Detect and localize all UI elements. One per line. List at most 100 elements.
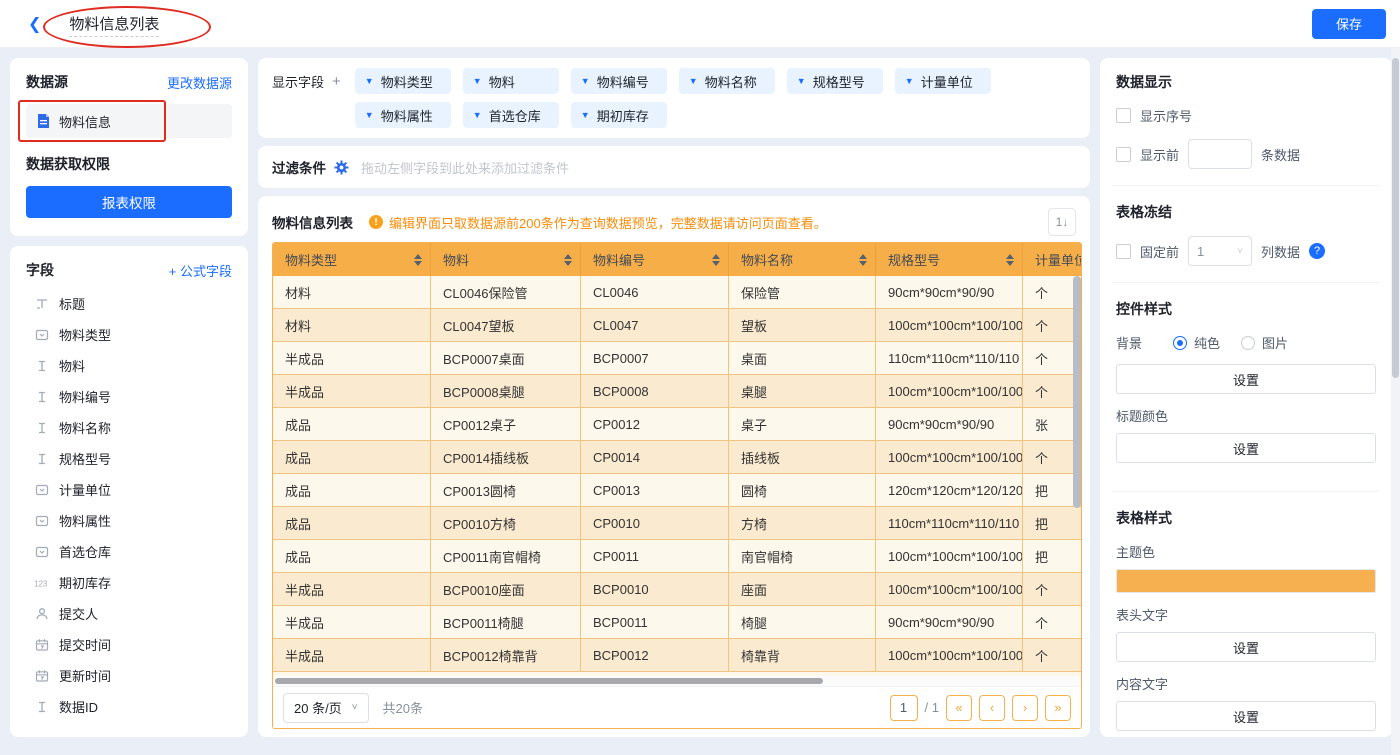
table-row[interactable]: 成品 CP0012桌子 CP0012 桌子 90cm*90cm*90/90 张: [273, 408, 1081, 441]
chevron-down-icon: ˅: [1237, 245, 1244, 257]
image-label: 图片: [1262, 336, 1289, 351]
change-datasource-link[interactable]: 更改数据源: [167, 73, 232, 92]
display-field-chip-物料[interactable]: ▼ 物料: [462, 68, 559, 94]
field-item-label: 物料属性: [59, 514, 112, 529]
content-text-set-button[interactable]: 设置: [1116, 701, 1376, 731]
display-field-chip-物料名称[interactable]: ▼ 物料名称: [678, 68, 775, 94]
table-vertical-scrollbar[interactable]: [1073, 276, 1081, 672]
table-row[interactable]: 成品 CP0011南官帽椅 CP0011 南官帽椅 100cm*100cm*100/10…: [273, 540, 1081, 573]
background-set-button[interactable]: 设置: [1116, 364, 1376, 394]
table-row[interactable]: 半成品 BCP0010座面 BCP0010 座面 100cm*100cm*100/100…: [273, 573, 1081, 606]
column-header-规格型号[interactable]: 规格型号: [876, 243, 1023, 276]
table-cell: CL0046: [581, 276, 729, 309]
field-item-物料属性[interactable]: 物料属性: [26, 505, 232, 536]
table-cell: CL0047望板: [431, 309, 581, 342]
field-item-物料[interactable]: 物料: [26, 350, 232, 381]
display-field-chip-期初库存[interactable]: ▼ 期初库存: [570, 102, 667, 128]
column-header-物料类型[interactable]: 物料类型: [273, 243, 431, 276]
page-number-input[interactable]: 1: [889, 694, 918, 721]
field-item-label: 物料编号: [59, 390, 112, 405]
table-row[interactable]: 半成品 BCP0011椅腿 BCP0011 椅腿 90cm*90cm*90/90 个: [273, 606, 1081, 639]
sort-order-icon[interactable]: 1 ↓: [1048, 208, 1076, 236]
chip-label: 规格型号: [812, 74, 865, 90]
last-page-button[interactable]: »: [1045, 694, 1071, 721]
next-page-button[interactable]: ›: [1012, 694, 1038, 721]
column-header-物料[interactable]: 物料: [431, 243, 581, 276]
field-item-提交时间[interactable]: 提交时间: [26, 629, 232, 660]
table-cell: 成品: [273, 474, 431, 507]
sort-arrows-icon[interactable]: [414, 253, 422, 266]
freeze-count-select[interactable]: 1 ˅: [1188, 236, 1253, 266]
preview-notice-text: 编辑界面只取数据源前200条作为查询数据预览，完整数据请访问页面查看。: [389, 215, 827, 231]
sort-arrows-icon[interactable]: [859, 253, 867, 266]
display-field-chip-规格型号[interactable]: ▼ 规格型号: [786, 68, 883, 94]
display-field-chip-物料编号[interactable]: ▼ 物料编号: [570, 68, 667, 94]
gear-icon[interactable]: [334, 160, 349, 175]
table-cell: 成品: [273, 408, 431, 441]
table-cell: CP0010: [581, 507, 729, 540]
display-field-chip-首选仓库[interactable]: ▼ 首选仓库: [462, 102, 559, 128]
field-item-标题[interactable]: 标题: [26, 288, 232, 319]
theme-color-swatch[interactable]: [1116, 569, 1376, 593]
widget-style-title: 控件样式: [1116, 301, 1172, 317]
table-horizontal-scrollbar[interactable]: [273, 676, 1081, 686]
report-permission-button[interactable]: 报表权限: [26, 186, 232, 218]
field-item-规格型号[interactable]: 规格型号: [26, 443, 232, 474]
sort-arrows-icon[interactable]: [712, 253, 720, 266]
save-button[interactable]: 保存: [1311, 8, 1386, 39]
table-cell: CP0012桌子: [431, 408, 581, 441]
text-field-icon: [34, 420, 50, 436]
table-row[interactable]: 材料 CL0047望板 CL0047 望板 100cm*100cm*100/100 个: [273, 309, 1081, 342]
datasource-item[interactable]: 物料信息: [26, 104, 232, 138]
title-color-set-button[interactable]: 设置: [1116, 433, 1376, 463]
column-header-物料名称[interactable]: 物料名称: [729, 243, 876, 276]
table-row[interactable]: 成品 CP0014插线板 CP0014 插线板 100cm*100cm*100/100 个: [273, 441, 1081, 474]
field-item-物料类型[interactable]: 物料类型: [26, 319, 232, 350]
page-size-select[interactable]: 20 条/页 ˅: [283, 692, 369, 723]
page-title[interactable]: 物料信息列表: [69, 15, 160, 37]
divider: [1112, 491, 1380, 492]
show-first-checkbox[interactable]: [1116, 146, 1131, 162]
field-item-计量单位[interactable]: 计量单位: [26, 474, 232, 505]
field-item-更新时间[interactable]: 更新时间: [26, 660, 232, 691]
freeze-checkbox[interactable]: [1116, 243, 1131, 259]
table-row[interactable]: 成品 CP0010方椅 CP0010 方椅 110cm*110cm*110/110 把: [273, 507, 1081, 540]
field-item-首选仓库[interactable]: 首选仓库: [26, 536, 232, 567]
sort-arrows-icon[interactable]: [564, 253, 572, 266]
solid-color-radio[interactable]: [1173, 335, 1188, 350]
select-field-icon: [34, 544, 50, 560]
back-icon[interactable]: ❮: [28, 14, 41, 34]
header-text-set-button[interactable]: 设置: [1116, 632, 1376, 662]
page-scrollbar[interactable]: [1391, 48, 1400, 755]
display-field-chip-物料类型[interactable]: ▼ 物料类型: [354, 68, 451, 94]
add-formula-field-link[interactable]: + 公式字段: [169, 261, 232, 280]
sort-arrows-icon[interactable]: [1006, 253, 1014, 266]
prev-page-button[interactable]: ‹: [979, 694, 1005, 721]
field-item-提交人[interactable]: 提交人: [26, 598, 232, 629]
table-cell: 半成品: [273, 639, 431, 672]
table-row[interactable]: 半成品 BCP0008桌腿 BCP0008 桌腿 100cm*100cm*100/100…: [273, 375, 1081, 408]
table-row[interactable]: 半成品 BCP0012椅靠背 BCP0012 椅靠背 100cm*100cm*100/1…: [273, 639, 1081, 672]
image-radio[interactable]: [1241, 335, 1256, 350]
add-display-field-icon[interactable]: +: [332, 73, 341, 90]
caret-down-icon: ▼: [472, 109, 482, 120]
field-item-label: 首选仓库: [59, 545, 112, 560]
field-item-数据ID[interactable]: 数据ID: [26, 691, 232, 722]
help-icon[interactable]: ?: [1309, 243, 1326, 259]
display-field-chip-物料属性[interactable]: ▼ 物料属性: [354, 102, 451, 128]
field-item-期初库存[interactable]: 123 期初库存: [26, 567, 232, 598]
column-header-物料编号[interactable]: 物料编号: [581, 243, 729, 276]
fields-title: 字段: [26, 262, 54, 278]
table-row[interactable]: 材料 CL0046保险管 CL0046 保险管 90cm*90cm*90/90 个: [273, 276, 1081, 309]
filter-dropzone[interactable]: 拖动左侧字段到此处来添加过滤条件: [361, 158, 569, 177]
table-row[interactable]: 成品 CP0013圆椅 CP0013 圆椅 120cm*120cm*120/120 把: [273, 474, 1081, 507]
display-field-chip-计量单位[interactable]: ▼ 计量单位: [894, 68, 991, 94]
first-page-button[interactable]: «: [946, 694, 972, 721]
field-item-物料编号[interactable]: 物料编号: [26, 381, 232, 412]
field-item-物料名称[interactable]: 物料名称: [26, 412, 232, 443]
show-first-input[interactable]: [1188, 139, 1253, 169]
table-row[interactable]: 半成品 BCP0007桌面 BCP0007 桌面 110cm*110cm*110/110…: [273, 342, 1081, 375]
show-index-checkbox[interactable]: [1116, 108, 1131, 123]
column-header-计量单位[interactable]: 计量单位: [1023, 243, 1081, 276]
table-cell: 100cm*100cm*100/100: [876, 573, 1023, 606]
